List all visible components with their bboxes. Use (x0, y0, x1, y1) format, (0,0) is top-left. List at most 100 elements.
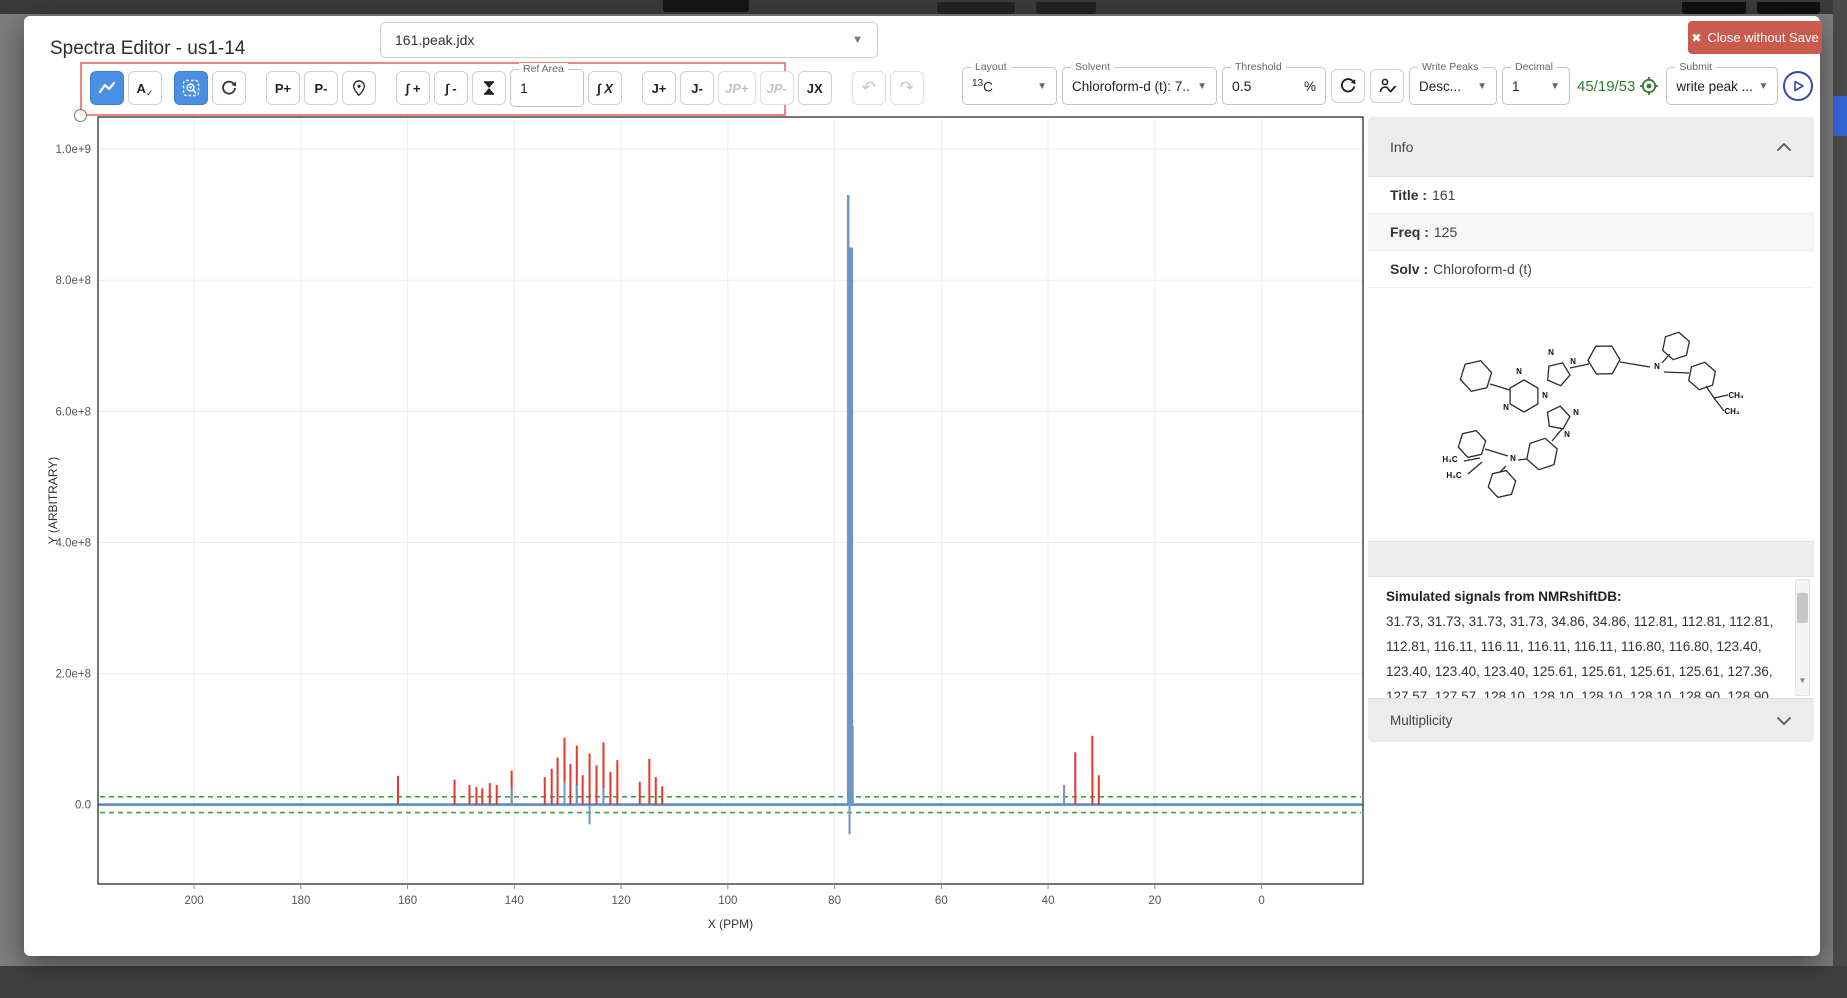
ref-area-field[interactable]: Ref Area (510, 69, 584, 107)
multiplicity-section-header[interactable]: Multiplicity (1368, 698, 1814, 742)
spectrum-chart[interactable]: 2001801601401201008060402001.0e+98.0e+86… (42, 104, 1376, 934)
peak-counter-value: 45/19/53 (1577, 78, 1635, 95)
zoom-select-button[interactable] (174, 71, 208, 105)
line-mode-button[interactable] (90, 71, 124, 105)
spectrum-file-select[interactable]: 161.peak.jdx ▼ (380, 22, 878, 58)
atom-label: N (1654, 362, 1660, 371)
collapsed-section-strip[interactable] (1368, 541, 1814, 577)
molecule-bond (1714, 395, 1728, 398)
j-add-button[interactable]: J+ (642, 71, 676, 105)
submit-value: write peak ... (1676, 79, 1752, 94)
target-icon[interactable] (1639, 76, 1659, 96)
solvent-value: Chloroform-d (t): 7... (1072, 79, 1191, 94)
undo-button[interactable]: ↶ (852, 71, 886, 105)
molecule-ring (1663, 332, 1690, 359)
molecule-structure-area: NNNNNNNNNCH₃CH₃H₃CH₃C (1368, 288, 1814, 541)
peak-remove-button[interactable]: P- (304, 71, 338, 105)
decimal-value: 1 (1512, 79, 1520, 94)
x-tick-label: 120 (611, 895, 630, 907)
molecule-bond (1468, 462, 1482, 474)
decimal-select[interactable]: Decimal 1 ▼ (1502, 67, 1570, 105)
reset-zoom-icon (220, 79, 238, 97)
info-solv-label: Solv : (1390, 261, 1428, 277)
background-button (1757, 2, 1820, 14)
j-remove-button[interactable]: J- (680, 71, 714, 105)
molecule-ring (1488, 471, 1515, 498)
y-tick-label: 8.0e+8 (56, 275, 92, 287)
integral-remove-button[interactable]: ∫ - (434, 71, 468, 105)
background-button (937, 2, 1015, 14)
multiplicity-label: Multiplicity (1390, 713, 1452, 728)
spectra-editor-modal: Spectra Editor - us1-14 161.peak.jdx ▼ ✖… (24, 16, 1820, 956)
redo-button[interactable]: ↷ (890, 71, 924, 105)
jx-button[interactable]: JX (798, 71, 832, 105)
solvent-label: Solvent (1071, 61, 1114, 73)
scroll-down-icon[interactable]: ▼ (1799, 668, 1807, 693)
jp-add-button[interactable]: JP+ (718, 71, 756, 105)
y-tick-label: 4.0e+8 (56, 537, 92, 549)
background-window-bottom (0, 966, 1847, 998)
refresh-threshold-button[interactable] (1331, 69, 1365, 103)
threshold-field[interactable]: Threshold % (1222, 67, 1326, 105)
write-peaks-select[interactable]: Write Peaks Desc... ▼ (1409, 67, 1497, 105)
close-icon: ✖ (1691, 31, 1701, 45)
molecule-bond (1485, 449, 1508, 456)
x-tick-label: 0 (1258, 895, 1264, 907)
spectrum-chart-area[interactable]: 2001801601401201008060402001.0e+98.0e+86… (42, 104, 1376, 934)
info-panel: Info Title : 161 Freq : 125 Solv : Chlor… (1368, 117, 1814, 742)
threshold-input[interactable] (1232, 78, 1276, 94)
y-tick-label: 1.0e+9 (56, 144, 92, 156)
atom-label: H₃C (1446, 471, 1461, 480)
molecule-ring (1458, 431, 1485, 458)
chevron-down-icon: ▼ (1752, 81, 1768, 92)
spectra-toolbar: A✓ P+ P- (90, 68, 924, 108)
y-tick-label: 0.0 (75, 800, 91, 812)
signals-values: 31.73, 31.73, 31.73, 31.73, 34.86, 34.86… (1386, 609, 1784, 698)
layout-select[interactable]: Layout 13C ▼ (962, 67, 1057, 105)
info-section-header[interactable]: Info (1368, 117, 1814, 177)
molecule-bond (1518, 459, 1527, 460)
ref-area-input[interactable] (520, 80, 562, 96)
x-tick-label: 140 (505, 895, 524, 907)
molecule-ring (1527, 438, 1557, 469)
integral-x-button[interactable]: ∫ X (588, 71, 622, 105)
signals-title: Simulated signals from NMRshiftDB: (1386, 584, 1784, 609)
molecule-bond (1662, 354, 1670, 363)
molecule-ring (1460, 361, 1491, 392)
solvent-select[interactable]: Solvent Chloroform-d (t): 7... ▼ (1062, 67, 1217, 105)
molecule-bond (1490, 384, 1510, 390)
info-header-label: Info (1390, 139, 1413, 155)
line-chart-icon (98, 80, 116, 96)
series-spectrum-blue (512, 195, 1064, 834)
integral-add-button[interactable]: ∫ + (396, 71, 430, 105)
info-row-title: Title : 161 (1368, 177, 1814, 214)
molecule-bond (1620, 362, 1650, 367)
run-submit-button[interactable] (1783, 71, 1813, 101)
reset-zoom-button[interactable] (212, 71, 246, 105)
peak-pick-button[interactable] (342, 71, 376, 105)
submit-select[interactable]: Submit write peak ... ▼ (1666, 67, 1778, 105)
layout-label: Layout (971, 61, 1011, 73)
background-button (1682, 2, 1746, 14)
close-without-save-button[interactable]: ✖ Close without Save (1688, 21, 1822, 54)
redo-icon: ↷ (900, 78, 914, 98)
atom-label: CH₃ (1724, 407, 1740, 416)
background-scroll-indicator (1833, 96, 1847, 136)
info-freq-value: 125 (1434, 224, 1457, 240)
jp-remove-button[interactable]: JP- (760, 71, 794, 105)
scrollbar-thumb[interactable] (1797, 593, 1808, 623)
atom-label: N (1548, 348, 1554, 357)
atom-label: N (1564, 430, 1570, 439)
integral-wait-button[interactable] (472, 71, 506, 105)
refresh-icon (1339, 77, 1357, 95)
user-check-button[interactable] (1370, 69, 1404, 103)
auto-assign-button[interactable]: A✓ (128, 71, 162, 105)
write-peaks-value: Desc... (1419, 79, 1461, 94)
peak-add-button[interactable]: P+ (266, 71, 300, 105)
molecule-bond (1706, 386, 1714, 398)
atom-label: N (1570, 357, 1576, 366)
desktop: { "window": { "title": "Spectra Editor -… (0, 0, 1847, 998)
x-tick-label: 180 (291, 895, 310, 907)
molecule-bond (1714, 398, 1724, 411)
molecule-bond (1464, 458, 1480, 461)
